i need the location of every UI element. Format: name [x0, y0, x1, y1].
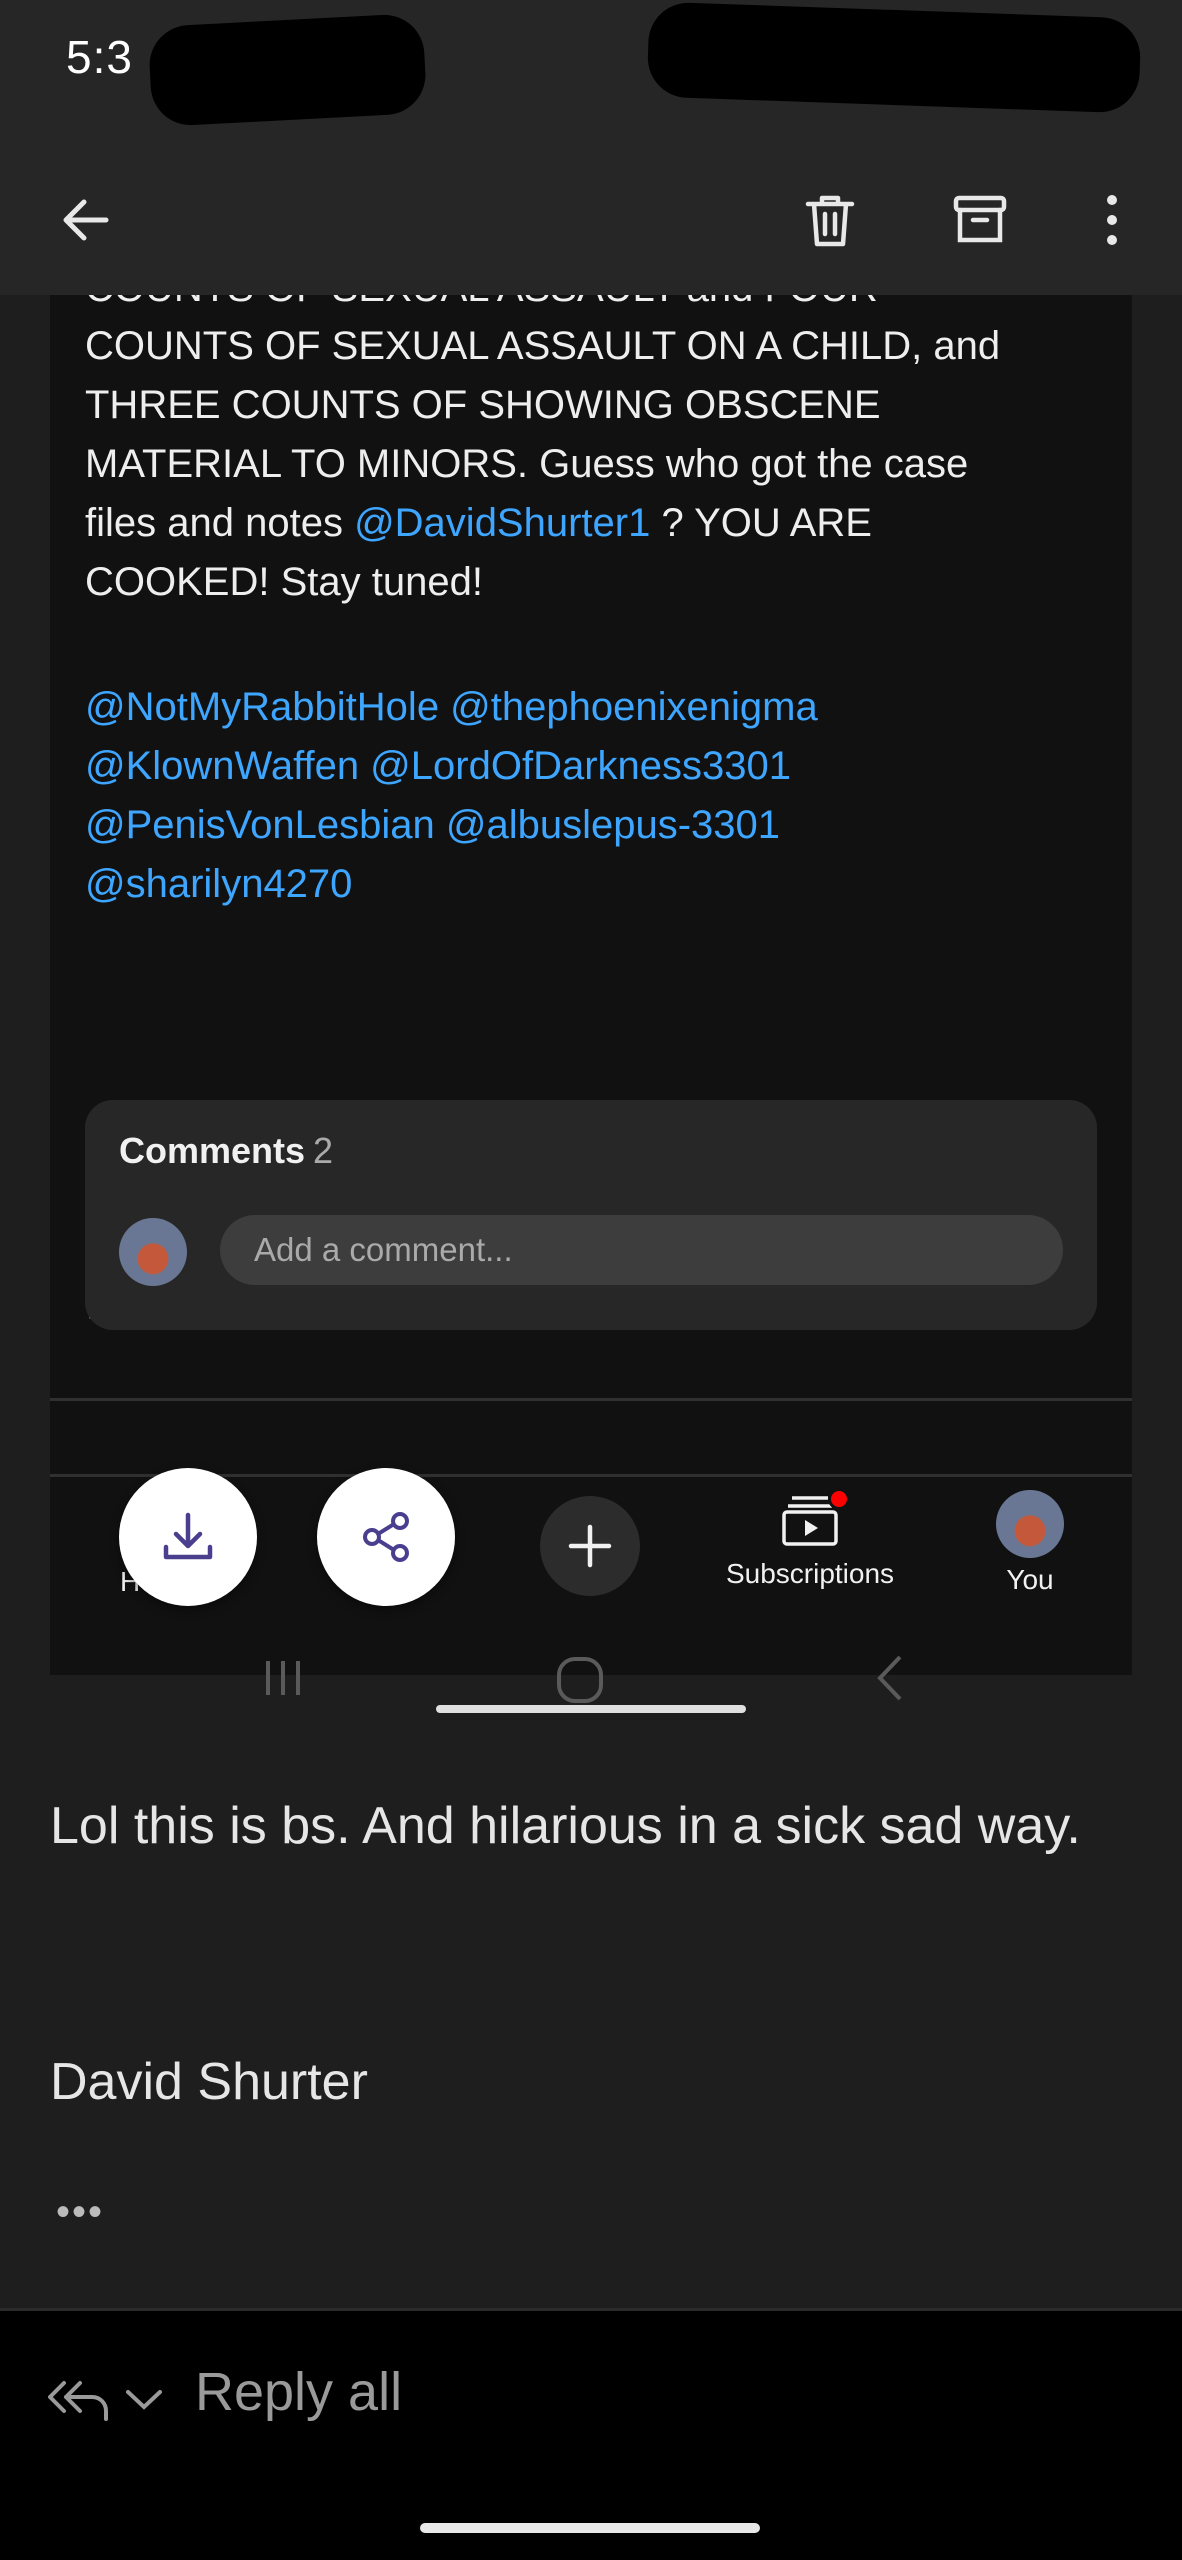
show-quoted-text-button[interactable]: ••• — [56, 2190, 104, 2235]
post-line: files and notes @DavidShurter1 ? YOU ARE — [85, 501, 872, 545]
post-line: COUNTS OF SEXUAL ASSAULT ON A CHILD, and — [85, 324, 1001, 368]
add-comment-input[interactable]: Add a comment... — [220, 1215, 1063, 1285]
app-bar — [0, 150, 1182, 295]
nav-subscriptions[interactable]: Subscriptions — [715, 1488, 905, 1590]
share-icon — [363, 1512, 409, 1562]
create-button[interactable] — [540, 1496, 640, 1596]
you-avatar — [996, 1490, 1064, 1558]
post-line: COOKED! Stay tuned! — [85, 560, 483, 604]
chevron-down-icon — [126, 2390, 162, 2410]
trash-icon[interactable] — [780, 170, 880, 270]
embedded-home-pill — [436, 1705, 746, 1713]
back-arrow-icon[interactable] — [36, 170, 136, 270]
mention-link[interactable]: @PenisVonLesbian @albuslepus-3301 — [85, 796, 1115, 855]
plus-icon — [568, 1524, 612, 1568]
share-button-fab[interactable] — [317, 1468, 455, 1606]
reply-all-icon — [48, 2381, 108, 2421]
post-clipped-line: COUNTS OF SEXUAL ASSAULT and FOUR — [85, 295, 1115, 317]
post-line: THREE COUNTS OF SHOWING OBSCENE — [85, 383, 881, 427]
notification-dot — [828, 1488, 850, 1510]
reply-body: Lol this is bs. And hilarious in a sick … — [50, 1797, 1081, 1855]
mention-link[interactable]: @DavidShurter1 — [354, 501, 650, 545]
subscriptions-label: Subscriptions — [725, 1558, 895, 1589]
status-bar: 5:3 — [0, 0, 1182, 150]
archive-icon[interactable] — [930, 170, 1030, 270]
avatar — [119, 1218, 187, 1286]
bottom-bar: Reply all — [0, 2308, 1182, 2560]
mentions-block: @NotMyRabbitHole @thephoenixenigma @Klow… — [85, 678, 1115, 914]
download-button[interactable] — [119, 1468, 257, 1606]
you-label: You — [1006, 1564, 1054, 1595]
divider — [50, 1398, 1132, 1401]
reply-all-label[interactable]: Reply all — [195, 2361, 402, 2423]
post-text: COUNTS OF SEXUAL ASSAULT and FOUR COUNTS… — [85, 295, 1115, 612]
download-icon — [163, 1512, 213, 1560]
embedded-screenshot: COUNTS OF SEXUAL ASSAULT and FOUR COUNTS… — [50, 295, 1132, 1675]
post-line: MATERIAL TO MINORS. Guess who got the ca… — [85, 442, 969, 486]
comments-count: 2 — [313, 1130, 334, 1171]
comments-title: Comments 2 — [119, 1130, 334, 1171]
redaction-left — [147, 12, 428, 128]
mention-link[interactable]: @NotMyRabbitHole @thephoenixenigma — [85, 678, 1115, 737]
redaction-right — [646, 1, 1142, 114]
comments-panel[interactable]: Comments 2 Add a comment... — [85, 1100, 1097, 1330]
more-vert-icon[interactable] — [1062, 170, 1162, 270]
nav-you[interactable]: You — [970, 1490, 1090, 1596]
gesture-home-pill — [420, 2523, 760, 2533]
signature: David Shurter — [50, 2053, 368, 2111]
status-time: 5:3 — [66, 31, 133, 83]
recent-apps-icon — [266, 1661, 300, 1695]
mention-link[interactable]: @sharilyn4270 — [85, 855, 1115, 914]
mention-link[interactable]: @KlownWaffen @LordOfDarkness3301 — [85, 737, 1115, 796]
back-key-icon — [877, 1655, 902, 1701]
home-key-icon — [557, 1657, 603, 1703]
